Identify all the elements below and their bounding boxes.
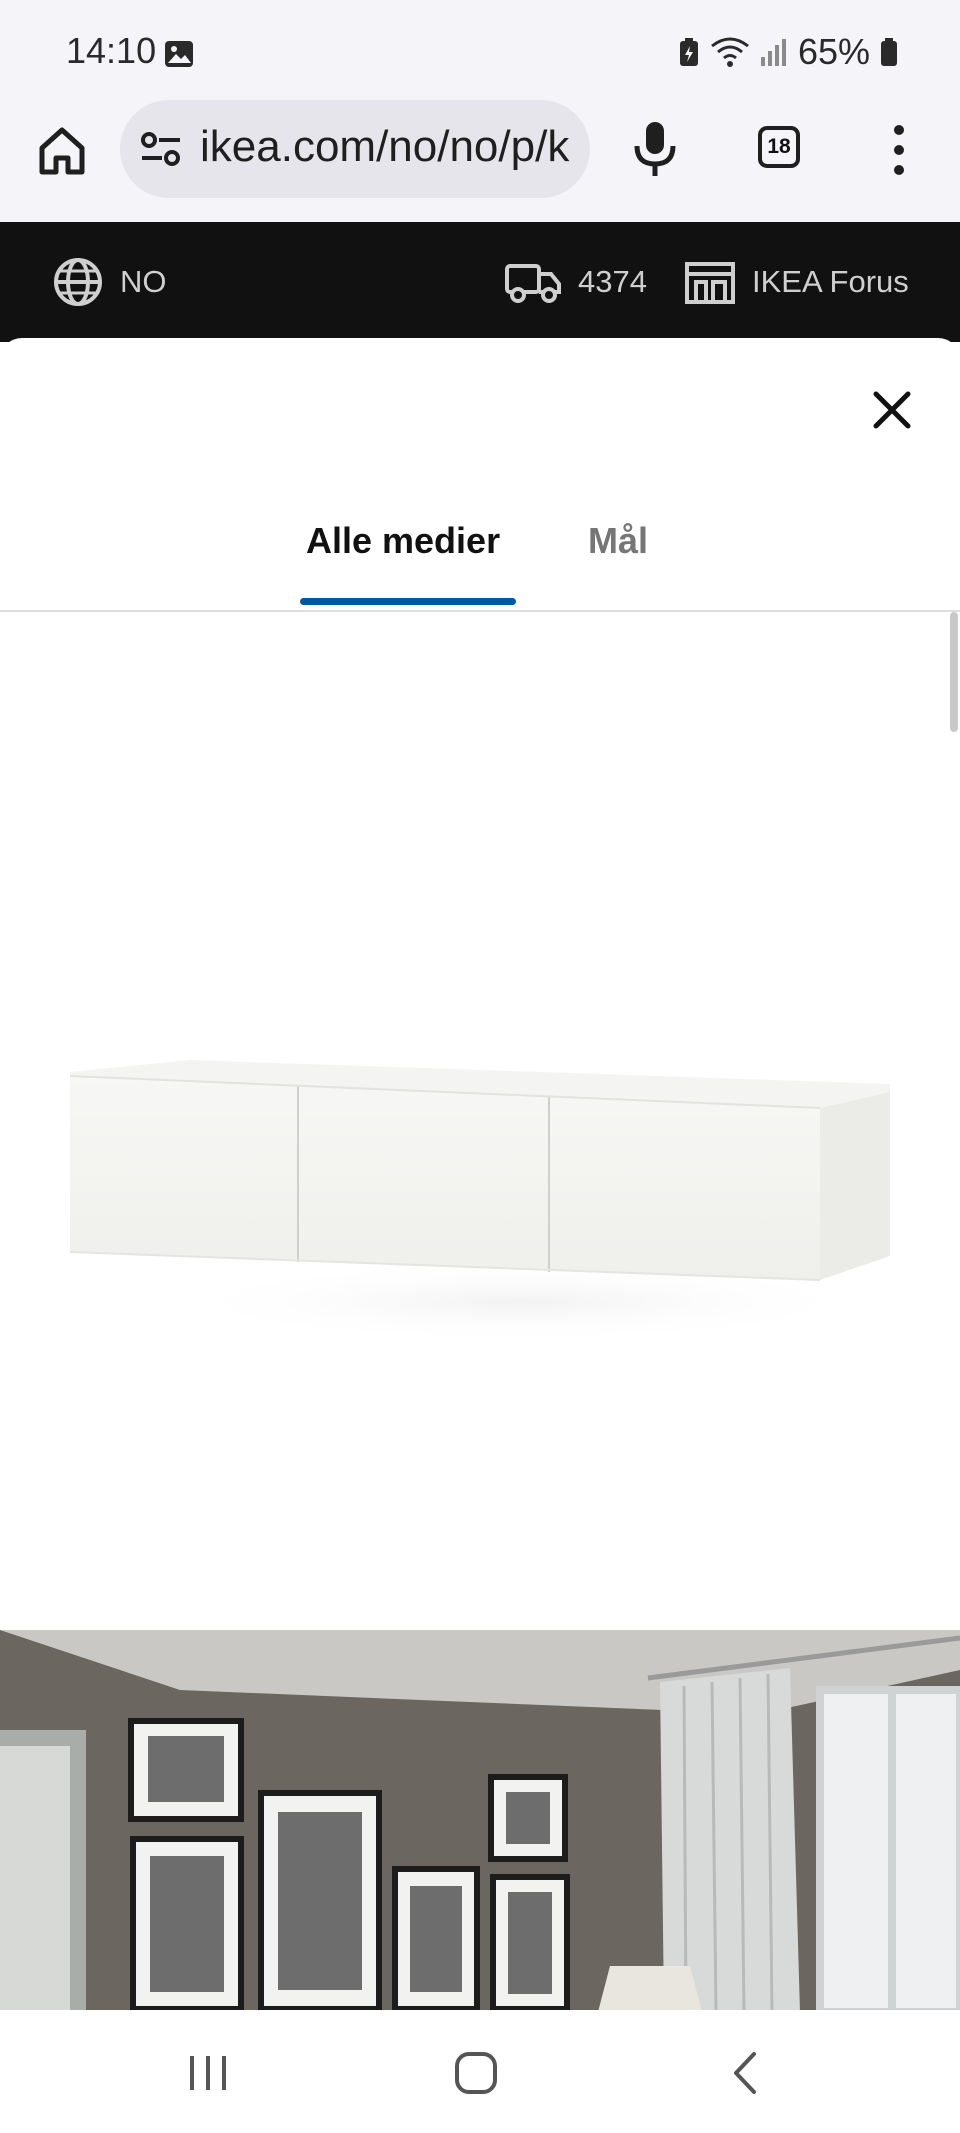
home-nav-icon[interactable] <box>446 2048 506 2098</box>
language-label: NO <box>120 264 167 299</box>
wifi-icon <box>711 37 749 67</box>
media-tabs: Alle medier Mål <box>0 498 960 612</box>
status-bar: 14:10 65% <box>0 0 960 100</box>
delivery-postcode[interactable]: 4374 <box>504 252 647 312</box>
store-icon <box>685 262 735 304</box>
postcode-label: 4374 <box>578 264 647 299</box>
more-vert-icon[interactable] <box>884 122 914 178</box>
truck-icon <box>505 264 561 303</box>
close-icon[interactable] <box>866 384 918 436</box>
url-text[interactable]: ikea.com/no/no/p/k <box>200 122 572 172</box>
battery-percent: 65% <box>797 31 870 72</box>
globe-icon <box>54 258 102 306</box>
status-icons: 65% <box>678 30 898 74</box>
address-bar[interactable]: ikea.com/no/no/p/k <box>120 100 590 198</box>
status-time: 14:10 <box>66 30 157 71</box>
media-modal: Alle medier Mål <box>0 338 960 2010</box>
store-selector[interactable]: IKEA Forus <box>684 252 909 312</box>
browser-toolbar: ikea.com/no/no/p/k 18 <box>0 100 960 222</box>
battery-saver-icon <box>679 38 698 66</box>
tab-dimensions[interactable]: Mål <box>588 520 648 562</box>
back-icon[interactable] <box>716 2048 776 2098</box>
active-tab-indicator <box>300 598 516 605</box>
image-icon <box>165 41 193 67</box>
store-label: IKEA Forus <box>752 264 909 299</box>
home-icon[interactable] <box>34 122 90 178</box>
tabs-icon[interactable]: 18 <box>758 126 800 168</box>
product-image[interactable] <box>0 612 960 1632</box>
microphone-icon[interactable] <box>630 120 680 178</box>
battery-icon <box>881 38 897 66</box>
language-selector[interactable]: NO <box>52 252 167 312</box>
room-image[interactable] <box>0 1630 960 2010</box>
recents-icon[interactable] <box>178 2048 238 2098</box>
tab-all-media[interactable]: Alle medier <box>306 520 500 562</box>
tab-count: 18 <box>767 135 791 158</box>
ikea-top-bar: NO 4374 IKEA Forus <box>0 222 960 342</box>
signal-icon <box>760 39 786 66</box>
system-nav-bar <box>0 2010 960 2133</box>
site-settings-icon[interactable] <box>140 130 182 168</box>
